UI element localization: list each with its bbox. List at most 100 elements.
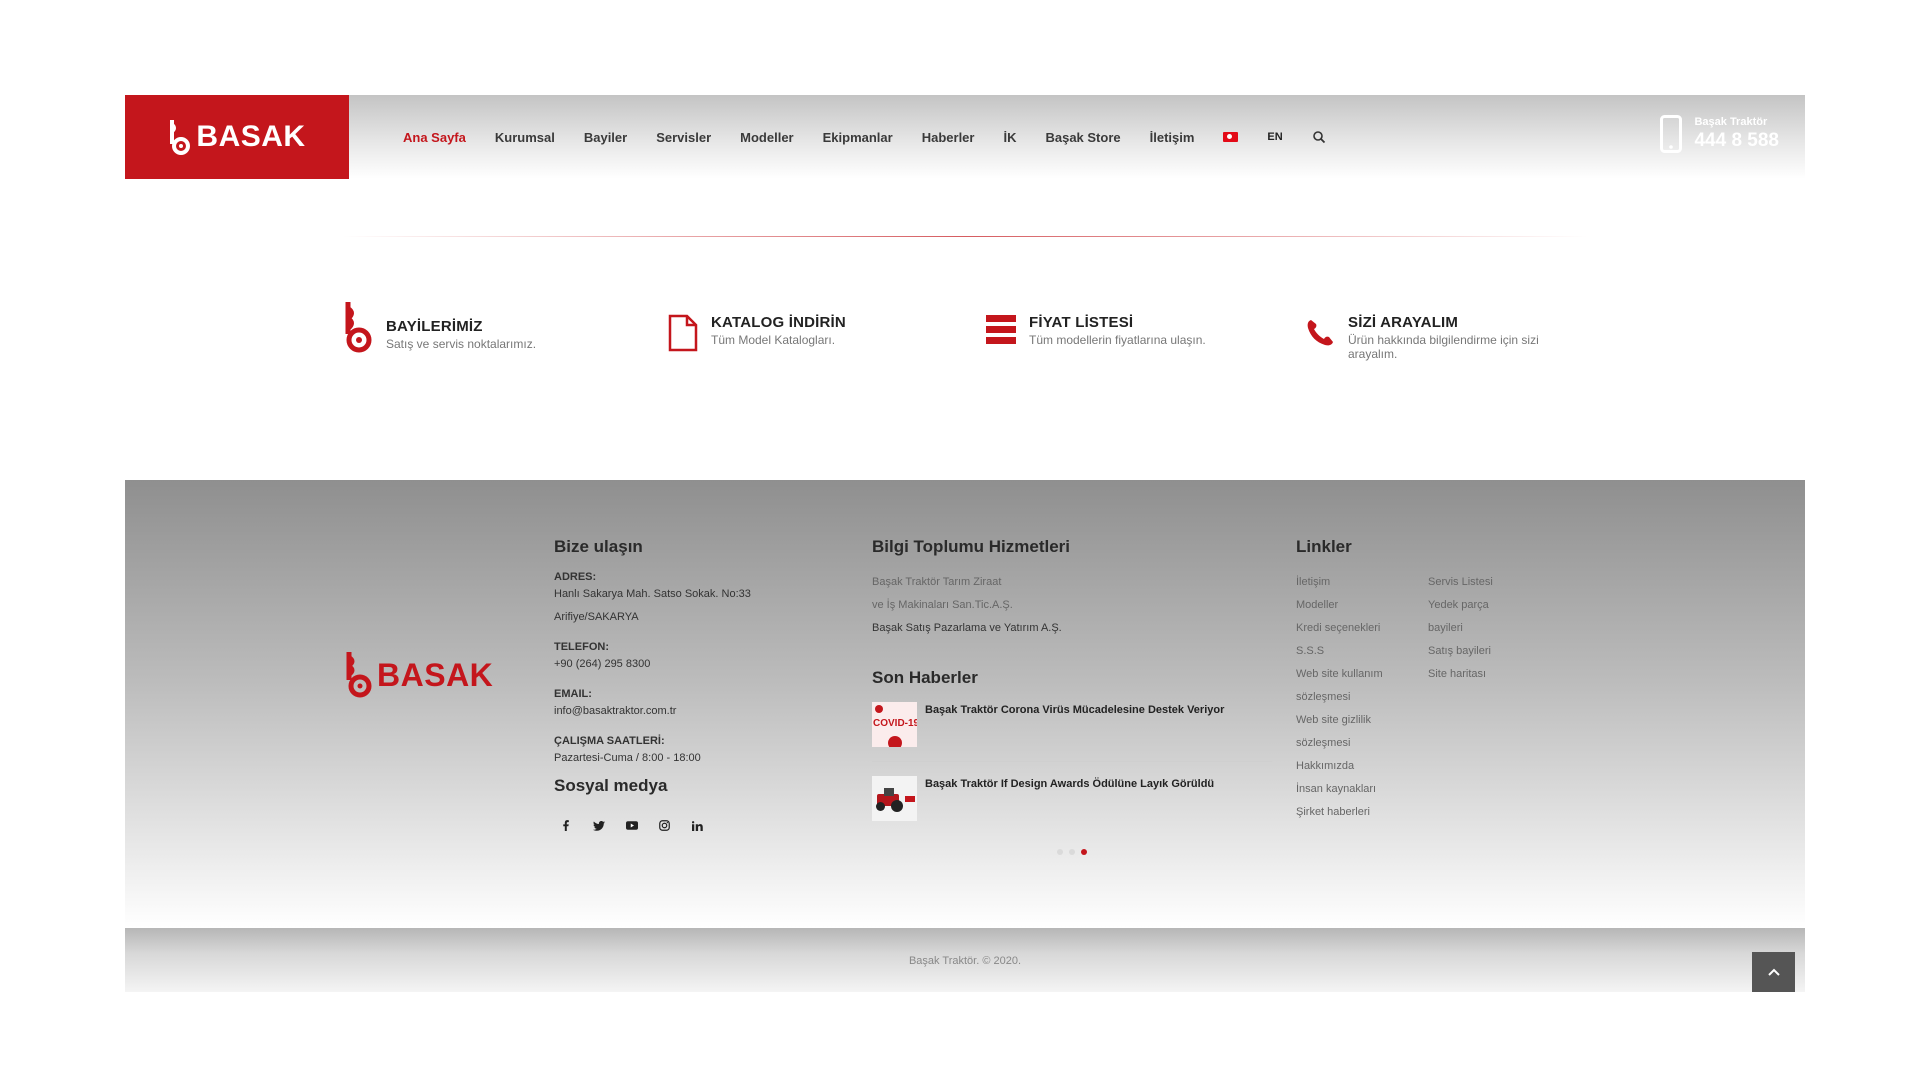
- section-divider: [342, 236, 1588, 237]
- carousel-dot[interactable]: [1057, 849, 1063, 855]
- copyright: Başak Traktör. © 2020.: [908, 955, 1022, 967]
- working-hours: Pazartesi-Cuma / 8:00 - 18:00: [554, 752, 701, 764]
- info-line-3[interactable]: Başak Satış Pazarlama ve Yatırım A.Ş.: [872, 617, 1272, 640]
- links-list-1: İletişim Modeller Kredi seçenekleri S.S.…: [1296, 571, 1396, 824]
- header-logo-text: BASAK: [196, 120, 306, 153]
- footer-link[interactable]: Modeller: [1296, 594, 1396, 617]
- footer-link[interactable]: Şirket haberleri: [1296, 801, 1396, 824]
- search-icon[interactable]: [1312, 130, 1326, 144]
- info-line-2: ve İş Makinaları San.Tic.A.Ş.: [872, 599, 1013, 611]
- nav-ik[interactable]: İK: [1003, 130, 1016, 145]
- feature-subtitle: Satış ve servis noktalarımız.: [386, 337, 537, 351]
- site-footer: BASAK Bize ulaşın ADRES: Hanlı Sakarya M…: [125, 480, 1805, 928]
- footer-link[interactable]: Web site gizlilik: [1296, 709, 1396, 732]
- phone-label: Başak Traktör: [1694, 116, 1768, 128]
- info-title: Bilgi Toplumu Hizmetleri: [872, 537, 1071, 556]
- news-item-title[interactable]: Başak Traktör Corona Virüs Mücadelesine …: [925, 704, 1224, 716]
- footer-link[interactable]: Kredi seçenekleri: [1296, 617, 1396, 640]
- news-title: Son Haberler: [872, 668, 978, 687]
- page: BASAK Ana Sayfa Kurumsal Bayiler Servisl…: [0, 0, 1920, 1080]
- hours-label: ÇALIŞMA SAATLERİ:: [554, 735, 665, 747]
- linkedin-icon[interactable]: [688, 816, 707, 835]
- feature-title: FİYAT LİSTESİ: [1029, 314, 1134, 331]
- nav-modeller[interactable]: Modeller: [740, 130, 793, 145]
- footer-link[interactable]: Web site kullanım: [1296, 663, 1396, 686]
- address-line-1: Hanlı Sakarya Mah. Satso Sokak. No:33: [554, 588, 751, 600]
- news-thumbnail: [872, 776, 917, 821]
- email-label: EMAIL:: [554, 688, 592, 700]
- footer-link[interactable]: sözleşmesi: [1296, 686, 1396, 709]
- news-carousel-dots: [872, 849, 1272, 855]
- nav-ekipmanlar[interactable]: Ekipmanlar: [823, 130, 893, 145]
- twitter-icon[interactable]: [589, 816, 608, 835]
- document-icon: [668, 314, 698, 352]
- turkish-flag-icon[interactable]: [1223, 132, 1239, 142]
- feature-katalog[interactable]: KATALOG İNDİRİN Tüm Model Katalogları.: [665, 300, 846, 356]
- header-phone[interactable]: Başak Traktör 444 8 588: [1660, 115, 1779, 153]
- chevron-up-icon: [1767, 968, 1780, 976]
- feature-bayilerimiz[interactable]: BAYİLERİMİZ Satış ve servis noktalarımız…: [340, 300, 536, 356]
- scroll-to-top-button[interactable]: [1752, 952, 1795, 992]
- nav-servisler[interactable]: Servisler: [656, 130, 711, 145]
- feature-subtitle: Tüm Model Katalogları.: [711, 333, 836, 347]
- lang-en[interactable]: EN: [1267, 131, 1282, 143]
- contact-title: Bize ulaşın: [554, 537, 643, 556]
- feature-row: BAYİLERİMİZ Satış ve servis noktalarımız…: [340, 300, 1600, 370]
- carousel-dot[interactable]: [1069, 849, 1075, 855]
- list-icon: [986, 315, 1016, 344]
- header-logo[interactable]: BASAK: [125, 95, 349, 179]
- footer-link[interactable]: S.S.S: [1296, 640, 1396, 663]
- youtube-icon[interactable]: [622, 816, 641, 835]
- news-item[interactable]: Başak Traktör If Design Awards Ödülüne L…: [872, 776, 1272, 835]
- nav-iletisim[interactable]: İletişim: [1150, 130, 1195, 145]
- feature-fiyat-listesi[interactable]: FİYAT LİSTESİ Tüm modellerin fiyatlarına…: [983, 300, 1206, 356]
- nav-bayiler[interactable]: Bayiler: [584, 130, 627, 145]
- footer-link[interactable]: İletişim: [1296, 571, 1396, 594]
- news-thumbnail: COVID-19: [872, 702, 917, 747]
- nav-basak-store[interactable]: Başak Store: [1045, 130, 1120, 145]
- basak-logo-icon: [170, 120, 191, 155]
- instagram-icon[interactable]: [655, 816, 674, 835]
- contact-column: Bize ulaşın ADRES: Hanlı Sakarya Mah. Sa…: [554, 537, 854, 835]
- footer-link[interactable]: İnsan kaynakları: [1296, 778, 1396, 801]
- carousel-dot-active[interactable]: [1081, 849, 1087, 855]
- feature-sizi-arayalim[interactable]: SİZİ ARAYALIM Ürün hakkında bilgilendirm…: [1302, 300, 1588, 361]
- footer-link[interactable]: Hakkımızda: [1296, 755, 1396, 778]
- address-line-2: Arifiye/SAKARYA: [554, 611, 639, 623]
- footer-logo-text: BASAK: [377, 656, 494, 693]
- address-label: ADRES:: [554, 571, 597, 583]
- links-title: Linkler: [1296, 537, 1352, 556]
- footer-link[interactable]: Site haritası: [1428, 663, 1493, 686]
- footer-link[interactable]: Servis Listesi: [1428, 571, 1493, 594]
- basak-logo-icon: [346, 652, 372, 698]
- mobile-phone-icon: [1660, 115, 1683, 153]
- nav-haberler[interactable]: Haberler: [922, 130, 975, 145]
- main-nav: Ana Sayfa Kurumsal Bayiler Servisler Mod…: [403, 95, 1326, 179]
- footer-link[interactable]: sözleşmesi: [1296, 732, 1396, 755]
- footer-link[interactable]: Satış bayileri: [1428, 640, 1493, 663]
- nav-ana-sayfa[interactable]: Ana Sayfa: [403, 130, 466, 145]
- info-column: Bilgi Toplumu Hizmetleri Başak Traktör T…: [872, 537, 1272, 855]
- footer-logo[interactable]: BASAK: [343, 650, 493, 700]
- social-links: [556, 816, 854, 835]
- contact-phone[interactable]: +90 (264) 295 8300: [554, 653, 854, 676]
- phone-icon: [1307, 320, 1333, 346]
- facebook-icon[interactable]: [556, 816, 575, 835]
- thumb-covid-text: COVID-19: [873, 718, 917, 729]
- news-item[interactable]: COVID-19 Başak Traktör Corona Virüs Müca…: [872, 702, 1272, 762]
- feature-title: SİZİ ARAYALIM: [1348, 314, 1459, 331]
- footer-link[interactable]: Yedek parça: [1428, 594, 1493, 617]
- feature-subtitle: Ürün hakkında bilgilendirme için sizi ar…: [1348, 333, 1539, 361]
- feature-subtitle: Tüm modellerin fiyatlarına ulaşın.: [1029, 333, 1206, 347]
- footer-link[interactable]: bayileri: [1428, 617, 1493, 640]
- site-header: BASAK Ana Sayfa Kurumsal Bayiler Servisl…: [125, 95, 1805, 179]
- contact-email[interactable]: info@basaktraktor.com.tr: [554, 700, 854, 723]
- nav-kurumsal[interactable]: Kurumsal: [495, 130, 555, 145]
- info-line-1: Başak Traktör Tarım Ziraat: [872, 576, 1002, 588]
- links-column: Linkler İletişim Modeller Kredi seçenekl…: [1296, 537, 1536, 824]
- social-title: Sosyal medya: [554, 776, 668, 795]
- news-item-title[interactable]: Başak Traktör If Design Awards Ödülüne L…: [925, 778, 1214, 790]
- bottom-bar: Başak Traktör. © 2020.: [125, 928, 1805, 992]
- phone-label: TELEFON:: [554, 641, 609, 653]
- phone-number: 444 8 588: [1694, 130, 1779, 151]
